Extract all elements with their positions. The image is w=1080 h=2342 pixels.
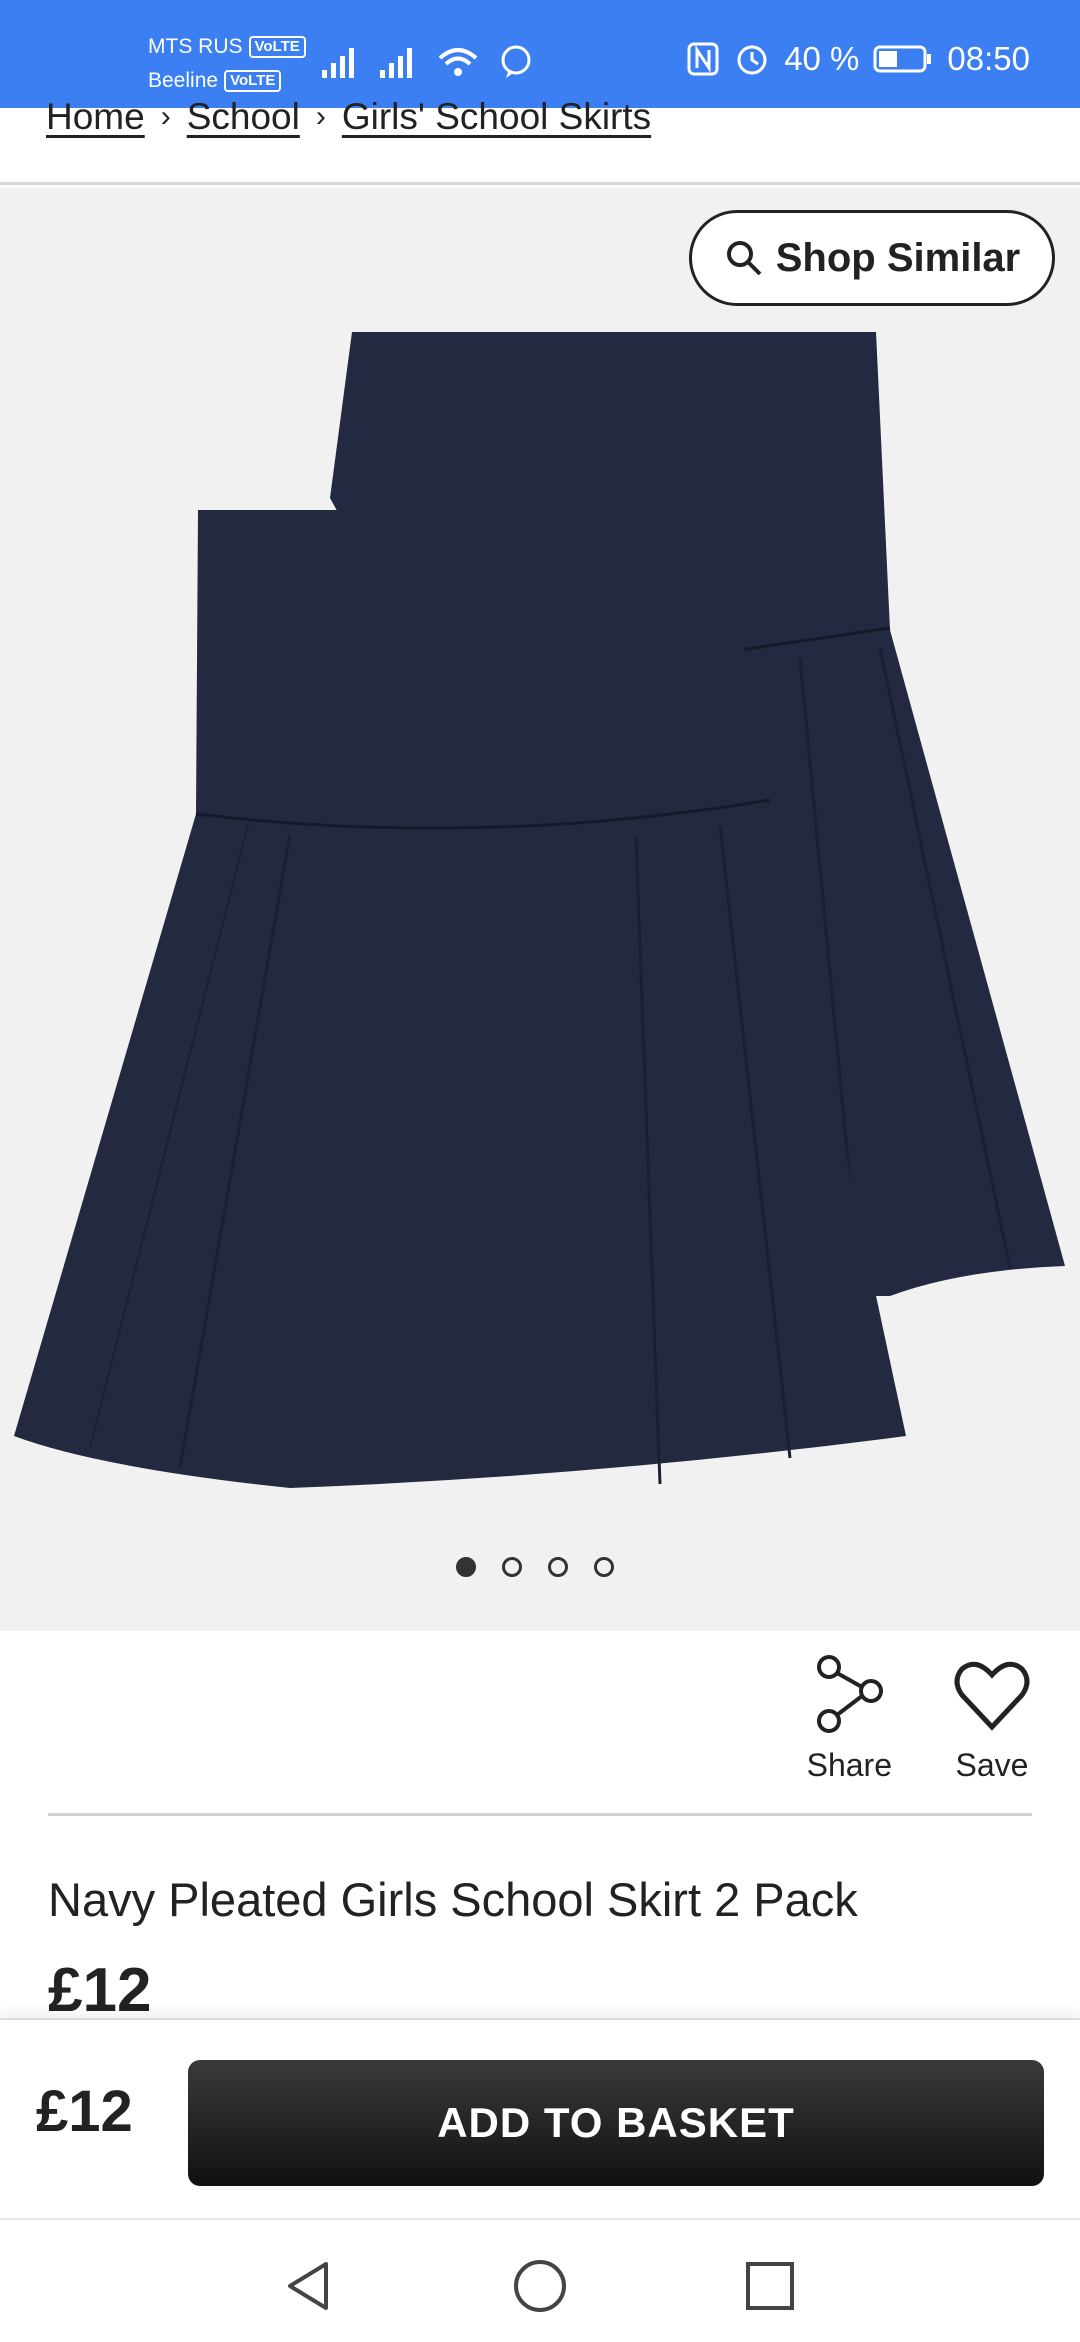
shop-similar-button[interactable]: Shop Similar xyxy=(689,210,1055,306)
volte-badge: VoLTE xyxy=(224,70,282,92)
breadcrumb: Home › School › Girls' School Skirts xyxy=(46,96,651,138)
system-navigation-bar xyxy=(0,2218,1080,2342)
purchase-bar: £12 ADD TO BASKET xyxy=(0,2018,1080,2220)
carousel-pagination xyxy=(456,1557,614,1577)
share-icon xyxy=(817,1655,884,1733)
product-image[interactable] xyxy=(0,188,1080,1631)
add-to-basket-button[interactable]: ADD TO BASKET xyxy=(188,2060,1044,2186)
back-icon[interactable] xyxy=(278,2256,338,2316)
clock: 08:50 xyxy=(947,40,1030,77)
breadcrumb-girls-school-skirts[interactable]: Girls' School Skirts xyxy=(342,96,651,138)
skirt-image xyxy=(14,332,1065,1488)
carrier-2: Beeline xyxy=(148,69,219,92)
carrier-info: MTS RUS VoLTE Beeline VoLTE xyxy=(148,30,306,98)
carousel-dot[interactable] xyxy=(594,1557,614,1577)
save-label: Save xyxy=(955,1747,1029,1783)
nfc-icon xyxy=(687,42,719,76)
status-bar: MTS RUS VoLTE Beeline VoLTE 40 % 08:50 xyxy=(0,0,1080,108)
product-price: £12 xyxy=(48,1956,152,2025)
signal-icon xyxy=(322,48,354,78)
signal-icon xyxy=(380,48,412,78)
breadcrumb-home[interactable]: Home xyxy=(46,96,145,138)
carousel-dot[interactable] xyxy=(548,1557,568,1577)
breadcrumb-school[interactable]: School xyxy=(187,96,300,138)
product-title: Navy Pleated Girls School Skirt 2 Pack xyxy=(48,1873,858,1926)
divider xyxy=(48,1813,1032,1816)
battery-percent: 40 % xyxy=(784,40,860,77)
search-icon xyxy=(726,241,762,276)
save-button[interactable]: Save xyxy=(952,1655,1032,1784)
battery-icon xyxy=(873,45,932,73)
viber-icon xyxy=(501,45,531,78)
purchase-bar-price: £12 xyxy=(36,2079,133,2144)
breadcrumb-separator: › xyxy=(160,100,171,133)
product-actions: Share Save xyxy=(807,1655,1032,1784)
carousel-dot[interactable] xyxy=(456,1557,476,1577)
volte-badge: VoLTE xyxy=(248,36,306,58)
share-label: Share xyxy=(806,1747,892,1783)
home-icon[interactable] xyxy=(510,2256,570,2316)
share-button[interactable]: Share xyxy=(807,1655,892,1784)
wifi-icon xyxy=(438,48,478,76)
divider xyxy=(0,182,1080,185)
carrier-1: MTS RUS xyxy=(148,35,243,58)
alarm-icon xyxy=(737,45,767,75)
shop-similar-label: Shop Similar xyxy=(775,235,1021,280)
heart-icon xyxy=(954,1661,1030,1731)
carousel-dot[interactable] xyxy=(502,1557,522,1577)
breadcrumb-separator: › xyxy=(315,100,326,133)
recents-icon[interactable] xyxy=(740,2256,800,2316)
